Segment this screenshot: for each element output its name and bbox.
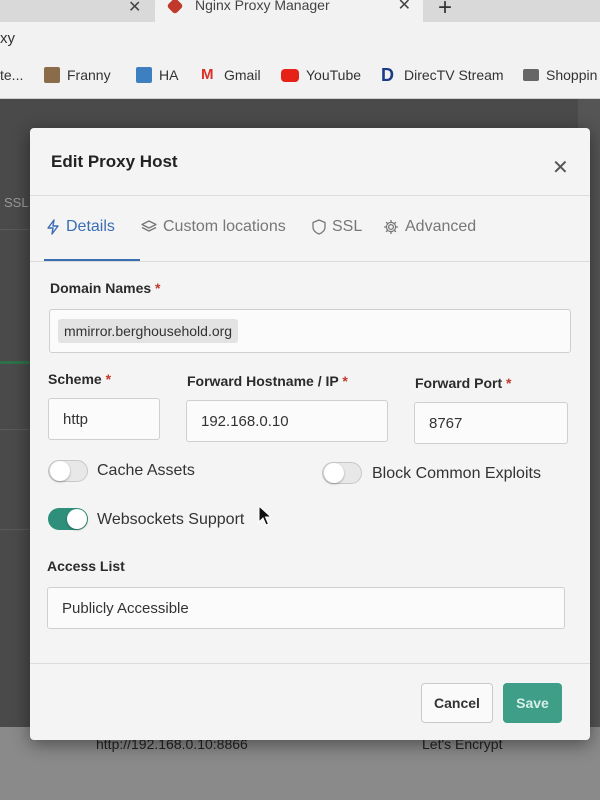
home-assistant-icon bbox=[136, 67, 152, 83]
block-exploits-label: Block Common Exploits bbox=[372, 465, 541, 482]
bookmarks-bar: te... Franny HA M Gmail YouTube D DirecT… bbox=[0, 58, 600, 99]
access-list-select[interactable]: Publicly Accessible bbox=[47, 587, 565, 629]
gear-icon bbox=[383, 219, 399, 235]
mouse-cursor-icon bbox=[258, 505, 272, 526]
bookmark-item[interactable]: YouTube bbox=[281, 67, 361, 83]
background-divider bbox=[0, 429, 30, 430]
tab-label: Advanced bbox=[405, 218, 477, 235]
websockets-toggle[interactable] bbox=[48, 508, 88, 530]
active-tab-indicator bbox=[44, 259, 140, 261]
bookmark-item[interactable]: Shoppin bbox=[523, 67, 597, 83]
modal-header: Edit Proxy Host ✕ bbox=[30, 128, 590, 196]
scheme-value: http bbox=[63, 410, 89, 428]
new-tab-icon[interactable]: + bbox=[438, 0, 452, 22]
cache-assets-toggle[interactable] bbox=[48, 460, 88, 482]
forward-hostname-label: Forward Hostname / IP * bbox=[187, 373, 348, 389]
bookmark-item[interactable]: Franny bbox=[44, 67, 111, 83]
bolt-icon bbox=[47, 219, 59, 235]
tab-label: SSL bbox=[332, 218, 363, 235]
photo-icon bbox=[44, 67, 60, 83]
scheme-label: Scheme * bbox=[48, 371, 112, 387]
forward-port-input[interactable]: 8767 bbox=[414, 402, 568, 444]
youtube-icon bbox=[281, 68, 299, 82]
toggle-knob bbox=[50, 461, 70, 481]
tab-title: Nginx Proxy Manager bbox=[195, 0, 330, 13]
websockets-label: Websockets Support bbox=[97, 511, 245, 528]
cancel-button[interactable]: Cancel bbox=[421, 683, 493, 723]
tab-label: Custom locations bbox=[163, 218, 286, 235]
access-list-value: Publicly Accessible bbox=[62, 599, 189, 617]
background-divider bbox=[0, 229, 30, 230]
access-list-label: Access List bbox=[47, 558, 125, 574]
forward-hostname-value: 192.168.0.10 bbox=[201, 412, 289, 430]
bookmark-label: YouTube bbox=[306, 67, 362, 83]
background-ssl-text: SSL bbox=[4, 195, 29, 210]
modal-tabs: Details Custom locations SSL Advanced bbox=[30, 196, 590, 262]
required-mark: * bbox=[155, 280, 161, 296]
bookmark-item[interactable]: te... bbox=[0, 67, 23, 83]
bookmark-label: Gmail bbox=[224, 67, 261, 83]
edit-proxy-host-modal: Edit Proxy Host ✕ Details Custom locatio… bbox=[30, 128, 590, 740]
layers-icon bbox=[141, 220, 157, 232]
domain-chip[interactable]: mmirror.berghousehold.org bbox=[58, 319, 239, 343]
tab-details[interactable]: Details bbox=[46, 218, 115, 236]
cache-assets-label: Cache Assets bbox=[97, 462, 195, 479]
save-button[interactable]: Save bbox=[503, 683, 562, 723]
address-bar[interactable]: xy bbox=[0, 22, 600, 58]
browser-tab-active[interactable]: Nginx Proxy Manager ✕ bbox=[155, 0, 423, 22]
tab-advanced[interactable]: Advanced bbox=[383, 218, 476, 236]
directv-icon: D bbox=[381, 65, 394, 85]
bookmark-item[interactable]: HA bbox=[136, 67, 178, 83]
modal-title: Edit Proxy Host bbox=[51, 152, 178, 171]
required-mark: * bbox=[506, 375, 512, 391]
forward-port-value: 8767 bbox=[429, 414, 463, 432]
toggle-knob bbox=[324, 463, 344, 483]
bookmark-label: Franny bbox=[67, 67, 111, 83]
tab-label: Details bbox=[66, 218, 115, 235]
previous-tab-close-icon[interactable]: ✕ bbox=[128, 0, 141, 17]
forward-port-label: Forward Port * bbox=[415, 375, 512, 391]
browser-tab-strip: ✕ Nginx Proxy Manager ✕ + bbox=[0, 0, 600, 22]
modal-footer-divider bbox=[30, 663, 590, 664]
bookmark-item[interactable]: D DirecTV Stream bbox=[381, 65, 504, 85]
tab-close-icon[interactable]: ✕ bbox=[398, 0, 411, 15]
required-mark: * bbox=[342, 373, 348, 389]
domain-names-input[interactable]: mmirror.berghousehold.org bbox=[49, 309, 571, 353]
background-divider bbox=[0, 529, 30, 530]
bookmark-label: te... bbox=[0, 67, 24, 83]
close-icon[interactable]: ✕ bbox=[552, 158, 569, 178]
bookmark-label: HA bbox=[159, 67, 179, 83]
folder-icon bbox=[523, 69, 539, 81]
background-accent-line bbox=[0, 361, 30, 364]
scheme-input[interactable]: http bbox=[48, 398, 160, 440]
forward-hostname-input[interactable]: 192.168.0.10 bbox=[186, 400, 388, 442]
bookmark-label: DirecTV Stream bbox=[404, 67, 504, 83]
shield-icon bbox=[312, 219, 326, 235]
nginx-favicon-icon bbox=[166, 0, 184, 15]
bookmark-label: Shoppin bbox=[546, 67, 598, 83]
bookmark-item[interactable]: M Gmail bbox=[201, 66, 261, 84]
tab-custom-locations[interactable]: Custom locations bbox=[141, 218, 286, 236]
url-text[interactable]: xy bbox=[0, 30, 15, 47]
block-exploits-toggle[interactable] bbox=[322, 462, 362, 484]
required-mark: * bbox=[105, 371, 112, 387]
toggle-knob bbox=[67, 509, 87, 529]
gmail-icon: M bbox=[201, 66, 214, 83]
tab-ssl[interactable]: SSL bbox=[312, 218, 362, 236]
domain-names-label: Domain Names * bbox=[50, 280, 161, 296]
